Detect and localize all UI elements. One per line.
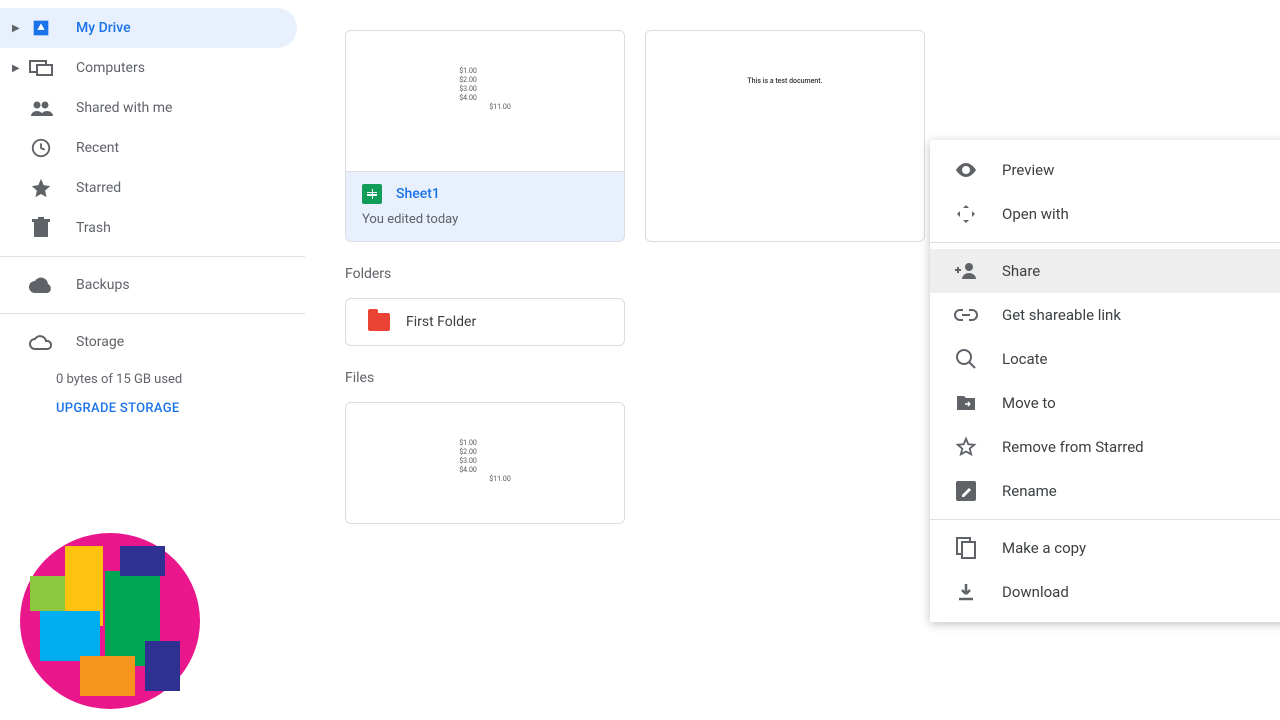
menu-make-copy[interactable]: Make a copy [930, 526, 1280, 570]
menu-label: Remove from Starred [1002, 438, 1144, 456]
nav-shared[interactable]: Shared with me [0, 88, 297, 128]
clock-icon [28, 135, 54, 161]
nav-starred[interactable]: Starred [0, 168, 297, 208]
menu-label: Download [1002, 583, 1069, 601]
watermark-logo [10, 526, 220, 716]
divider [0, 256, 305, 257]
cloud-outline-icon [28, 329, 54, 355]
folder-icon [368, 313, 390, 331]
star-outline-icon [954, 435, 978, 459]
nav-label: Computers [76, 60, 145, 76]
menu-get-link[interactable]: Get shareable link [930, 293, 1280, 337]
storage-usage: 0 bytes of 15 GB used [56, 372, 305, 387]
rename-icon [954, 479, 978, 503]
menu-rename[interactable]: Rename [930, 469, 1280, 513]
menu-remove-starred[interactable]: Remove from Starred [930, 425, 1280, 469]
nav-backups[interactable]: Backups [0, 265, 297, 305]
upgrade-storage-link[interactable]: UPGRADE STORAGE [56, 401, 305, 416]
menu-share[interactable]: Share [930, 249, 1280, 293]
file-name: Sheet1 [396, 186, 440, 202]
file-preview: $1.00 $2.00 $3.00 $4.00 $11.00 [346, 31, 624, 171]
file-subtitle: You edited today [362, 212, 608, 227]
menu-label: Open with [1002, 205, 1069, 223]
menu-label: Locate [1002, 350, 1048, 368]
folder-card[interactable]: First Folder [345, 298, 625, 346]
download-icon [954, 580, 978, 604]
expand-icon[interactable]: ▶ [12, 63, 28, 74]
menu-label: Share [1002, 262, 1040, 280]
person-add-icon [954, 259, 978, 283]
eye-icon [954, 158, 978, 182]
menu-move-to[interactable]: Move to [930, 381, 1280, 425]
nav-label: Backups [76, 277, 130, 293]
people-icon [28, 95, 54, 121]
file-card-sheet1[interactable]: $1.00 $2.00 $3.00 $4.00 $11.00 Sheet1 Yo… [345, 30, 625, 242]
nav-label: Storage [76, 334, 124, 350]
copy-icon [954, 536, 978, 560]
nav-my-drive[interactable]: ▶ My Drive [0, 8, 297, 48]
computers-icon [28, 55, 54, 81]
divider [0, 313, 305, 314]
menu-label: Get shareable link [1002, 306, 1121, 324]
nav-label: Starred [76, 180, 121, 196]
context-menu: Preview Open with › Share Get shareable … [930, 140, 1280, 622]
menu-preview[interactable]: Preview [930, 148, 1280, 192]
nav-trash[interactable]: Trash [0, 208, 297, 248]
menu-label: Preview [1002, 161, 1054, 179]
star-icon [28, 175, 54, 201]
folder-name: First Folder [406, 314, 476, 330]
file-preview: This is a test document. [646, 31, 924, 171]
folder-move-icon [954, 391, 978, 415]
nav-label: My Drive [76, 20, 131, 36]
menu-locate[interactable]: Locate [930, 337, 1280, 381]
expand-icon[interactable]: ▶ [12, 23, 28, 34]
menu-label: Rename [1002, 482, 1057, 500]
menu-divider [930, 519, 1280, 520]
nav-storage[interactable]: Storage [0, 322, 297, 362]
nav-label: Trash [76, 220, 111, 236]
cloud-icon [28, 272, 54, 298]
nav-label: Shared with me [76, 100, 172, 116]
file-preview: $1.00 $2.00 $3.00 $4.00 $11.00 [346, 403, 624, 523]
trash-icon [28, 215, 54, 241]
nav-label: Recent [76, 140, 119, 156]
file-card-doc[interactable]: This is a test document. [645, 30, 925, 242]
main-content: $1.00 $2.00 $3.00 $4.00 $11.00 Sheet1 Yo… [305, 0, 1280, 720]
link-icon [954, 303, 978, 327]
menu-label: Move to [1002, 394, 1056, 412]
sheets-icon [362, 184, 382, 204]
open-with-icon [954, 202, 978, 226]
file-card-sheet1b[interactable]: $1.00 $2.00 $3.00 $4.00 $11.00 [345, 402, 625, 524]
menu-divider [930, 242, 1280, 243]
nav-recent[interactable]: Recent [0, 128, 297, 168]
nav-computers[interactable]: ▶ Computers [0, 48, 297, 88]
search-icon [954, 347, 978, 371]
menu-download[interactable]: Download [930, 570, 1280, 614]
menu-label: Make a copy [1002, 539, 1086, 557]
drive-icon [28, 15, 54, 41]
menu-open-with[interactable]: Open with › [930, 192, 1280, 236]
